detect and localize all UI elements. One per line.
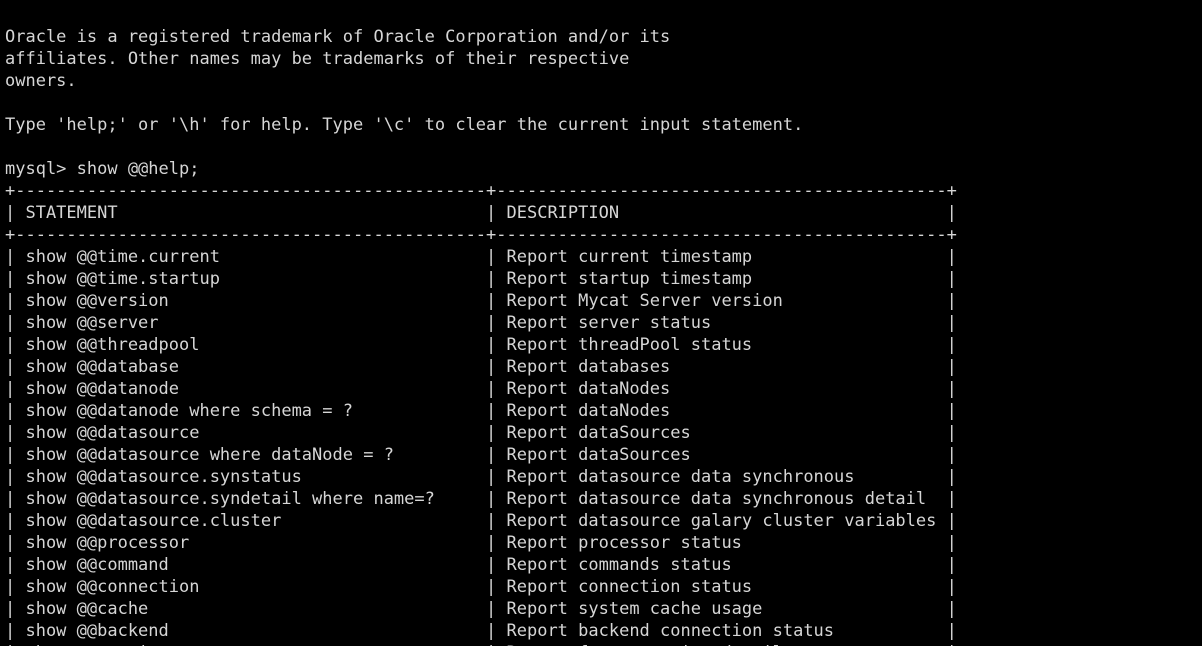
terminal-line: affiliates. Other names may be trademark… — [5, 49, 630, 69]
terminal-line: +---------------------------------------… — [5, 225, 957, 245]
terminal-line: mysql> show @@help; — [5, 159, 200, 179]
terminal-line: +---------------------------------------… — [5, 181, 957, 201]
terminal-line: | show @@datasource.syndetail where name… — [5, 489, 957, 509]
terminal-line: | STATEMENT | DESCRIPTION | — [5, 203, 957, 223]
terminal-line: | show @@threadpool | Report threadPool … — [5, 335, 957, 355]
terminal-line: | show @@processor | Report processor st… — [5, 533, 957, 553]
terminal-line: | show @@datasource.cluster | Report dat… — [5, 511, 957, 531]
terminal-line: | show @@command | Report commands statu… — [5, 555, 957, 575]
terminal-line: Oracle is a registered trademark of Orac… — [5, 27, 671, 47]
terminal-line: | show @@datasource where dataNode = ? |… — [5, 445, 957, 465]
terminal-line: | show @@database | Report databases | — [5, 357, 957, 377]
terminal-line: | show @@time.startup | Report startup t… — [5, 269, 957, 289]
terminal-line: | show @@time.current | Report current t… — [5, 247, 957, 267]
terminal-line: | show @@datasource | Report dataSources… — [5, 423, 957, 443]
terminal-line: | show @@connection | Report connection … — [5, 577, 957, 597]
terminal-line: | show @@datanode | Report dataNodes | — [5, 379, 957, 399]
terminal-line: Type 'help;' or '\h' for help. Type '\c'… — [5, 115, 804, 135]
terminal-line: | show @@version | Report Mycat Server v… — [5, 291, 957, 311]
terminal-line: | show @@server | Report server status | — [5, 313, 957, 333]
terminal-window[interactable]: Oracle is a registered trademark of Orac… — [0, 0, 1202, 646]
terminal-line: | show @@session | Report front session … — [5, 642, 957, 646]
terminal-scroll-surface: Oracle is a registered trademark of Orac… — [5, 0, 957, 646]
terminal-line: | show @@datanode where schema = ? | Rep… — [5, 401, 957, 421]
terminal-line: | show @@cache | Report system cache usa… — [5, 599, 957, 619]
console-output: Oracle is a registered trademark of Orac… — [5, 26, 957, 646]
terminal-line: owners. — [5, 71, 77, 91]
terminal-line: | show @@datasource.synstatus | Report d… — [5, 467, 957, 487]
terminal-line: | show @@backend | Report backend connec… — [5, 621, 957, 641]
